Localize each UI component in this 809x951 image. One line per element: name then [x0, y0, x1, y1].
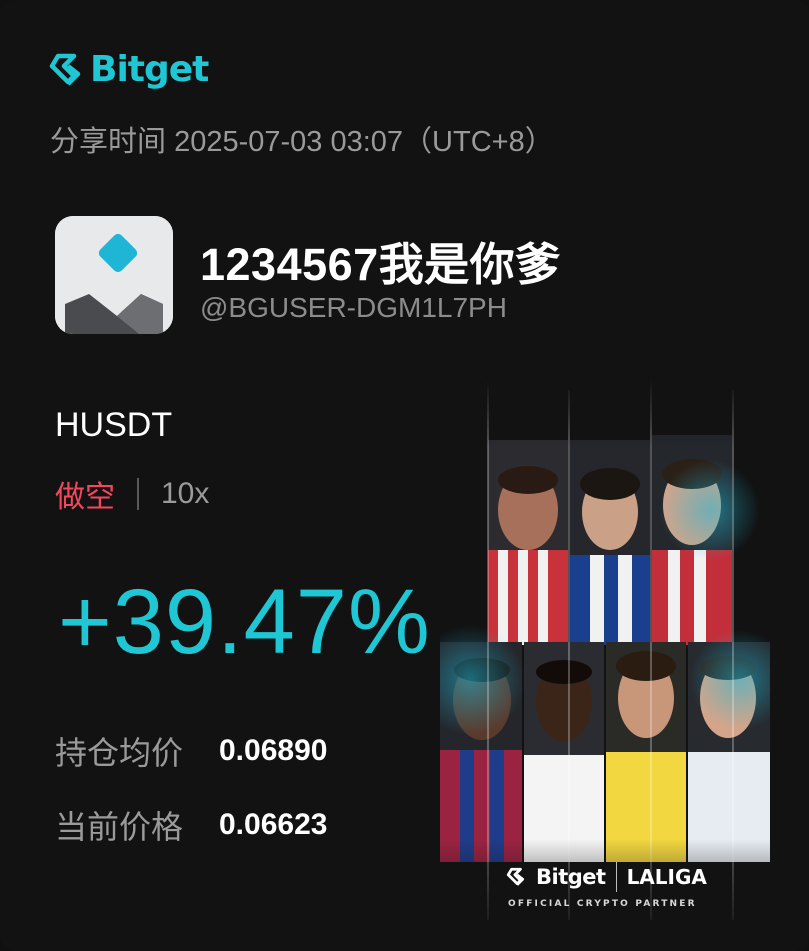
avg-price-row: 持仓均价 0.06890 [55, 728, 327, 774]
pnl-percent: +39.47% [58, 571, 431, 673]
meta-divider [137, 478, 139, 510]
laliga-promo-image [440, 380, 770, 940]
bitget-logo: Bitget [48, 49, 209, 90]
bitget-default-avatar-icon [55, 216, 173, 334]
bitget-logo-icon [49, 53, 81, 86]
share-card: Bitget 分享时间 2025-07-03 03:07（UTC+8） 1234… [0, 0, 809, 951]
position-meta: 做空 10x [55, 472, 209, 516]
user-handle: @BGUSER-DGM1L7PH [200, 292, 507, 323]
position-side: 做空 [55, 481, 115, 514]
share-time-value: 2025-07-03 03:07（UTC+8） [174, 126, 554, 158]
trading-pair: HUSDT [55, 406, 173, 444]
current-price-label: 当前价格 [55, 809, 184, 845]
current-price-value: 0.06623 [219, 808, 328, 841]
promo-divider [615, 862, 617, 892]
promo-laliga-text: LALIGA [626, 865, 707, 889]
leverage: 10x [161, 477, 210, 510]
promo-bitget-text: Bitget [536, 865, 606, 889]
avg-price-value: 0.06890 [219, 734, 328, 767]
bitget-logo-icon [506, 867, 525, 886]
share-time: 分享时间 2025-07-03 03:07（UTC+8） [50, 118, 554, 160]
current-price-row: 当前价格 0.06623 [55, 802, 327, 848]
share-time-label: 分享时间 [50, 126, 167, 158]
avg-price-label: 持仓均价 [55, 735, 184, 771]
username: 1234567我是你爹 [200, 239, 561, 290]
promo-brand: Bitget LALIGA [506, 862, 707, 892]
promo-tagline: OFFICIAL CRYPTO PARTNER [508, 899, 697, 909]
avatar [55, 216, 173, 334]
brand-name: Bitget [90, 49, 209, 90]
